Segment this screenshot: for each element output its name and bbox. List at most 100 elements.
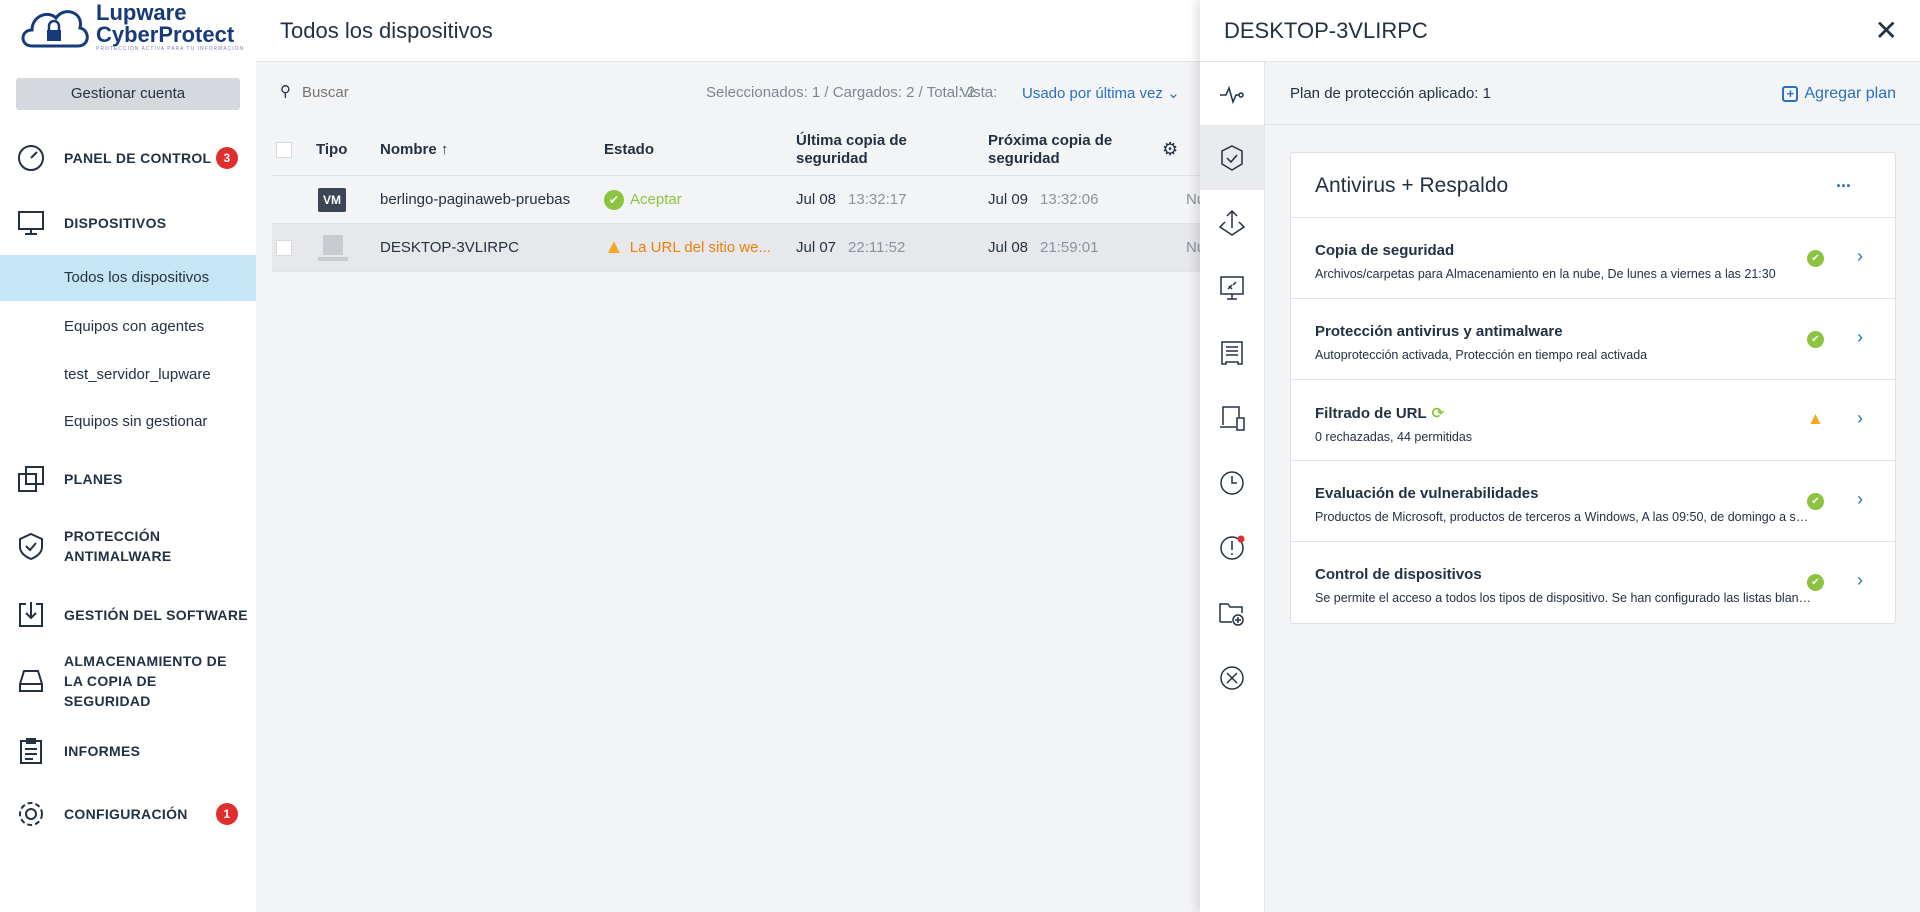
nav-label: PROTECCIÓN ANTIMALWARE [64,528,172,564]
table-header: Tipo Nombre ↑ Estado Última copia de seg… [272,124,1200,176]
check-circle-icon: ✔ [1807,250,1824,267]
plan-module[interactable]: Protección antivirus y antimalware Autopr… [1291,299,1895,380]
chevron-right-icon[interactable]: › [1857,570,1863,591]
plan-module[interactable]: Copia de seguridad Archivos/carpetas para… [1291,218,1895,299]
view-dropdown[interactable]: Usado por última vez ⌄ [1022,84,1180,102]
gauge-icon [18,145,44,171]
nav-label: ALMACENAMIENTO DE LA COPIA DE SEGURIDAD [64,653,227,709]
nav-settings[interactable]: CONFIGURACIÓN 1 [0,799,256,829]
sidebar: Lupware CyberProtect PROTECCIÓN ACTIVA PA… [0,0,256,912]
row-checkbox[interactable] [276,239,292,256]
subnav-test-server[interactable]: test_servidor_lupware [0,352,256,398]
next-backup-time: 21:59:01 [1040,239,1099,256]
nav-storage[interactable]: ALMACENAMIENTO DE LA COPIA DE SEGURIDAD [0,653,256,709]
sync-check-icon: ⟳ [1431,405,1445,422]
windows-device-icon [318,234,348,261]
next-backup-date: Jul 09 [988,191,1029,208]
plan-header: Antivirus + Respaldo ... [1291,153,1895,218]
device-details-panel: DESKTOP-3VLIRPC ✕ Plan de protección apl… [1200,0,1920,912]
module-name: Protección antivirus y antimalware [1315,323,1563,340]
module-description: Productos de Microsoft, productos de ter… [1315,510,1815,524]
search-input[interactable] [302,80,502,104]
check-circle-icon: ✔ [1807,574,1824,591]
brand-name-2: CyberProtect [96,22,235,47]
panel-title: DESKTOP-3VLIRPC [1224,18,1428,43]
remote-desktop-icon[interactable] [1200,255,1264,320]
module-name: Filtrado de URL [1315,404,1427,422]
nav-devices[interactable]: DISPOSITIVOS [0,208,256,238]
main-content: Todos los dispositivos ⚲ Seleccionados: … [256,0,1205,912]
manage-account-button[interactable]: Gestionar cuenta [16,78,240,110]
add-plan-label: Agregar plan [1804,85,1896,102]
nav-dashboard[interactable]: PANEL DE CONTROL 3 [0,143,256,173]
next-backup-date: Jul 08 [988,239,1029,256]
chevron-right-icon[interactable]: › [1857,246,1863,267]
chevron-right-icon[interactable]: › [1857,327,1863,348]
recovery-icon[interactable] [1200,190,1264,255]
next-backup-time: 13:32:06 [1040,191,1099,208]
toolbar: ⚲ Seleccionados: 1 / Cargados: 2 / Total… [280,80,1200,108]
column-type[interactable]: Tipo [316,124,347,175]
panel-tabs [1200,62,1265,912]
add-folder-icon[interactable] [1200,580,1264,645]
status: ✔ Aceptar [604,176,682,223]
shield-check-icon[interactable] [1200,125,1264,190]
activity-icon[interactable] [1200,62,1264,127]
plan-module[interactable]: Control de dispositivos Se permite el acc… [1291,542,1895,623]
alerts-icon[interactable] [1200,515,1264,580]
nav-label: GESTIÓN DEL SOFTWARE [64,607,248,623]
check-circle-icon: ✔ [1807,493,1824,510]
nav-reports[interactable]: INFORMES [0,736,256,766]
devices-icon[interactable] [1200,385,1264,450]
subnav-agents[interactable]: Equipos con agentes [0,304,256,350]
warning-icon: ▲ [604,236,624,258]
warning-icon: ▲ [1807,409,1824,428]
subnav-all-devices[interactable]: Todos los dispositivos [0,255,256,301]
applied-plans-count: Plan de protección aplicado: 1 [1290,85,1491,102]
view-value: Usado por última vez [1022,85,1163,102]
last-backup-date: Jul 08 [796,191,837,208]
device-name[interactable]: DESKTOP-3VLIRPC [380,224,519,271]
chevron-right-icon[interactable]: › [1857,489,1863,510]
last-backup-date: Jul 07 [796,239,837,256]
page-title: Todos los dispositivos [256,0,1200,62]
select-all-checkbox[interactable] [276,141,292,158]
plan-module[interactable]: Evaluación de vulnerabilidades Productos … [1291,461,1895,542]
applied-plans-bar: Plan de protección aplicado: 1 + Agregar … [1265,62,1920,125]
storage-icon [19,670,43,692]
close-icon[interactable]: ✕ [1875,0,1898,62]
column-status[interactable]: Estado [604,124,654,175]
remove-icon[interactable] [1200,645,1264,710]
chevron-right-icon[interactable]: › [1857,408,1863,429]
status-text: La URL del sitio we... [629,239,771,256]
module-name: Copia de seguridad [1315,242,1455,259]
status-text: Aceptar [630,191,682,208]
plan-module[interactable]: Filtrado de URL ⟳ 0 rechazadas, 44 permiti… [1291,380,1895,461]
nav-antimalware[interactable]: PROTECCIÓN ANTIMALWARE [0,528,256,564]
column-name[interactable]: Nombre ↑ [380,124,448,175]
monitor-icon [18,211,44,235]
inventory-icon[interactable] [1200,320,1264,385]
table-row[interactable]: VM berlingo-paginaweb-pruebas ✔ Aceptar J… [272,176,1205,224]
column-settings-gear-icon[interactable]: ⚙ [1162,124,1178,175]
nav-plans[interactable]: PLANES [0,464,256,494]
column-last-backup[interactable]: Última copia de seguridad [796,124,926,175]
subnav-unmanaged[interactable]: Equipos sin gestionar [0,399,256,445]
plan-name: Antivirus + Respaldo [1315,174,1509,197]
module-description: Se permite el acceso a todos los tipos d… [1315,591,1815,605]
add-plan-button[interactable]: + Agregar plan [1782,62,1896,125]
history-icon[interactable] [1200,450,1264,515]
column-next-backup[interactable]: Próxima copia de seguridad [988,124,1118,175]
search-icon: ⚲ [280,83,291,100]
nav-software[interactable]: GESTIÓN DEL SOFTWARE [0,600,256,630]
notification-badge: 3 [216,147,238,169]
logo: Lupware CyberProtect PROTECCIÓN ACTIVA PA… [18,0,258,60]
vm-icon: VM [318,187,346,212]
gear-icon [19,802,43,826]
shield-icon [19,532,43,561]
device-name[interactable]: berlingo-paginaweb-pruebas [380,176,570,223]
last-backup-time: 13:32:17 [848,191,907,208]
table-row[interactable]: DESKTOP-3VLIRPC ▲ La URL del sitio we... … [272,224,1205,272]
status: ▲ La URL del sitio we... [604,224,771,271]
more-options-icon[interactable]: ... [1836,149,1851,214]
